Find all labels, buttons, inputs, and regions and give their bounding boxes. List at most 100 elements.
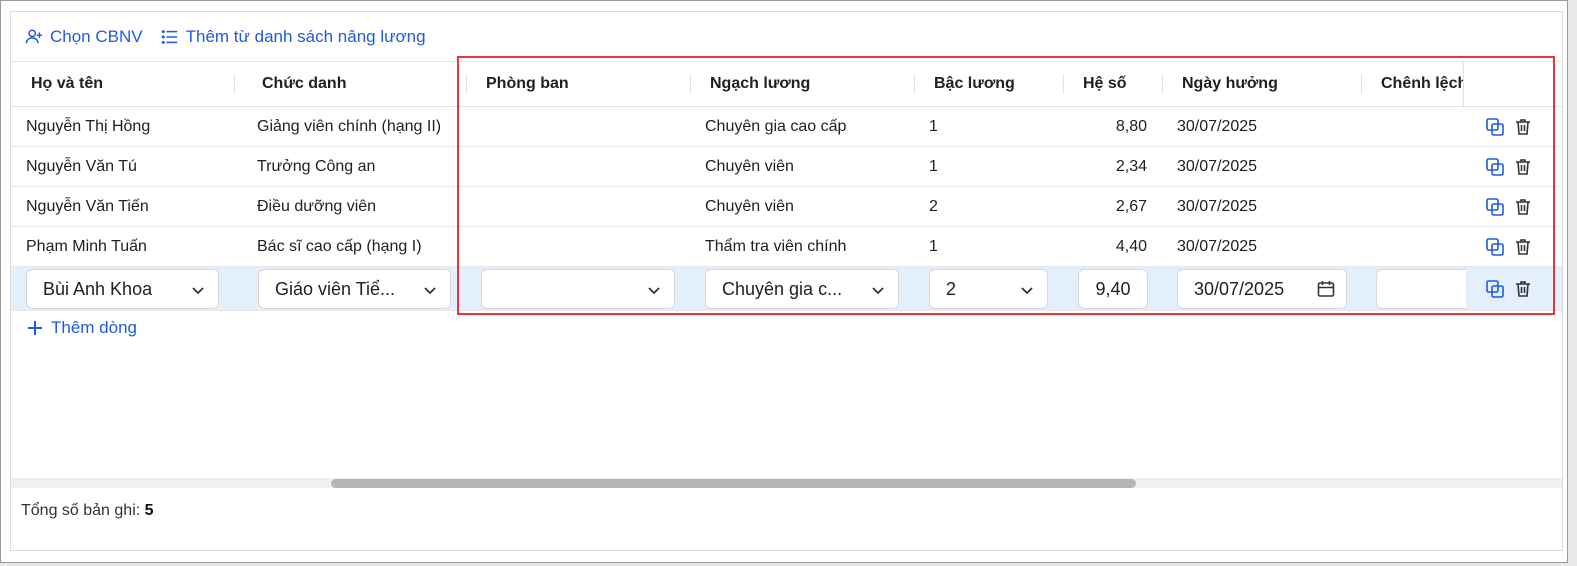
title-select[interactable]: Giáo viên Tiể... bbox=[258, 269, 451, 309]
table-row[interactable]: Nguyễn Văn Tiến Điều dưỡng viên Chuyên v… bbox=[11, 187, 1562, 227]
plus-icon bbox=[28, 321, 42, 335]
row-actions bbox=[1485, 267, 1533, 310]
column-divider[interactable] bbox=[690, 74, 691, 94]
trash-icon[interactable] bbox=[1513, 237, 1533, 257]
duplicate-icon[interactable] bbox=[1485, 117, 1505, 137]
cell-effective-date: 30/07/2025 bbox=[1177, 157, 1258, 175]
cell-title: Điều dưỡng viên bbox=[257, 197, 377, 215]
col-header-coefficient[interactable]: Hệ số bbox=[1083, 62, 1163, 106]
cell-coefficient: 2,67 bbox=[1115, 197, 1147, 215]
record-count: Tổng số bản ghi: 5 bbox=[21, 502, 154, 520]
duplicate-icon[interactable] bbox=[1485, 237, 1505, 257]
duplicate-icon[interactable] bbox=[1485, 157, 1505, 177]
add-from-raise-list-button[interactable]: Thêm từ danh sách nâng lương bbox=[161, 27, 426, 47]
list-icon bbox=[161, 29, 177, 44]
calendar-icon[interactable] bbox=[1316, 279, 1336, 299]
cell-department bbox=[481, 187, 691, 226]
col-header-salary-level[interactable]: Bậc lương bbox=[934, 62, 1064, 106]
trash-icon[interactable] bbox=[1513, 117, 1533, 137]
chevron-down-icon bbox=[192, 287, 204, 295]
table-row[interactable]: Nguyễn Thị Hồng Giảng viên chính (hạng I… bbox=[11, 107, 1562, 147]
col-header-title[interactable]: Chức danh bbox=[262, 62, 462, 106]
effective-date-value: 30/07/2025 bbox=[1194, 278, 1285, 299]
cell-department bbox=[481, 147, 691, 186]
cell-coefficient: 2,34 bbox=[1115, 157, 1147, 175]
chevron-down-icon bbox=[648, 287, 660, 295]
cell-salary-level: 1 bbox=[929, 237, 938, 255]
sticky-column-divider bbox=[1463, 62, 1464, 107]
row-actions bbox=[1485, 187, 1533, 226]
difference-input[interactable] bbox=[1376, 269, 1466, 309]
cell-salary-grade: Chuyên viên bbox=[705, 197, 794, 215]
column-divider[interactable] bbox=[1361, 74, 1362, 94]
duplicate-icon[interactable] bbox=[1485, 197, 1505, 217]
row-actions bbox=[1485, 147, 1533, 186]
title-select-value: Giáo viên Tiể... bbox=[275, 278, 396, 299]
chevron-down-icon bbox=[1021, 287, 1033, 295]
column-divider[interactable] bbox=[234, 74, 235, 94]
col-header-name[interactable]: Họ và tên bbox=[31, 62, 231, 106]
cell-department bbox=[481, 107, 691, 146]
cell-salary-grade: Chuyên gia cao cấp bbox=[705, 117, 847, 135]
column-divider[interactable] bbox=[914, 74, 915, 94]
trash-icon[interactable] bbox=[1513, 197, 1533, 217]
cell-name: Nguyễn Thị Hồng bbox=[26, 117, 151, 135]
table-row[interactable]: Nguyễn Văn Tú Trưởng Công an Chuyên viên… bbox=[11, 147, 1562, 187]
row-actions bbox=[1485, 107, 1533, 146]
user-plus-icon bbox=[25, 29, 43, 43]
cell-title: Trưởng Công an bbox=[257, 157, 376, 175]
cell-salary-level: 2 bbox=[929, 197, 938, 215]
table-row-editing[interactable]: Bùi Anh Khoa Giáo viên Tiể... Chuyên gia… bbox=[11, 267, 1562, 311]
duplicate-icon[interactable] bbox=[1485, 279, 1505, 299]
cell-effective-date: 30/07/2025 bbox=[1177, 197, 1258, 215]
cell-coefficient: 4,40 bbox=[1115, 237, 1147, 255]
salary-grid-panel: Chọn CBNV Thêm từ danh sách nâng lương H… bbox=[10, 11, 1563, 551]
cell-title: Giảng viên chính (hạng II) bbox=[257, 117, 442, 135]
salary-level-select-value: 2 bbox=[946, 278, 957, 299]
column-divider[interactable] bbox=[1162, 74, 1163, 94]
scrollbar-thumb[interactable] bbox=[331, 479, 1136, 488]
cell-salary-grade: Chuyên viên bbox=[705, 157, 794, 175]
cell-salary-level: 1 bbox=[929, 117, 938, 135]
table-header: Họ và tên Chức danh Phòng ban Ngạch lươn… bbox=[11, 62, 1562, 107]
horizontal-scrollbar[interactable] bbox=[11, 478, 1562, 488]
coefficient-input[interactable]: 9,40 bbox=[1078, 269, 1148, 309]
add-row-label: Thêm dòng bbox=[51, 318, 137, 337]
record-count-value: 5 bbox=[144, 502, 154, 519]
choose-employee-label: Chọn CBNV bbox=[50, 26, 143, 46]
add-row-button[interactable]: Thêm dòng bbox=[27, 318, 137, 338]
cell-name: Nguyễn Văn Tiến bbox=[26, 197, 149, 215]
table-row[interactable]: Phạm Minh Tuấn Bác sĩ cao cấp (hạng I) T… bbox=[11, 227, 1562, 267]
coefficient-input-value: 9,40 bbox=[1095, 278, 1131, 299]
salary-grade-select[interactable]: Chuyên gia c... bbox=[705, 269, 899, 309]
col-header-salary-grade[interactable]: Ngạch lương bbox=[710, 62, 910, 106]
chevron-down-icon bbox=[872, 287, 884, 295]
department-select[interactable] bbox=[481, 269, 675, 309]
trash-icon[interactable] bbox=[1513, 157, 1533, 177]
col-header-effective-date[interactable]: Ngày hưởng bbox=[1182, 62, 1362, 106]
salary-grade-select-value: Chuyên gia c... bbox=[722, 278, 843, 299]
record-count-label: Tổng số bản ghi: bbox=[21, 502, 141, 519]
salary-level-select[interactable]: 2 bbox=[929, 269, 1048, 309]
cell-salary-grade: Thẩm tra viên chính bbox=[705, 237, 847, 255]
choose-employee-button[interactable]: Chọn CBNV bbox=[25, 27, 143, 47]
cell-effective-date: 30/07/2025 bbox=[1177, 237, 1258, 255]
trash-icon[interactable] bbox=[1513, 279, 1533, 299]
name-select[interactable]: Bùi Anh Khoa bbox=[26, 269, 219, 309]
cell-name: Phạm Minh Tuấn bbox=[26, 237, 147, 255]
chevron-down-icon bbox=[424, 287, 436, 295]
toolbar: Chọn CBNV Thêm từ danh sách nâng lương bbox=[11, 12, 1562, 62]
col-header-difference[interactable]: Chênh lệch bbox=[1381, 62, 1463, 106]
effective-date-picker[interactable]: 30/07/2025 bbox=[1177, 269, 1347, 309]
col-header-department[interactable]: Phòng ban bbox=[486, 62, 686, 106]
window-frame: Chọn CBNV Thêm từ danh sách nâng lương H… bbox=[0, 0, 1568, 563]
row-actions bbox=[1485, 227, 1533, 266]
column-divider[interactable] bbox=[1063, 74, 1064, 94]
name-select-value: Bùi Anh Khoa bbox=[43, 278, 153, 299]
cell-title: Bác sĩ cao cấp (hạng I) bbox=[257, 237, 422, 255]
cell-coefficient: 8,80 bbox=[1115, 117, 1147, 135]
cell-name: Nguyễn Văn Tú bbox=[26, 157, 137, 175]
cell-department bbox=[481, 227, 691, 266]
column-divider[interactable] bbox=[466, 74, 467, 94]
add-from-raise-list-label: Thêm từ danh sách nâng lương bbox=[185, 26, 426, 46]
